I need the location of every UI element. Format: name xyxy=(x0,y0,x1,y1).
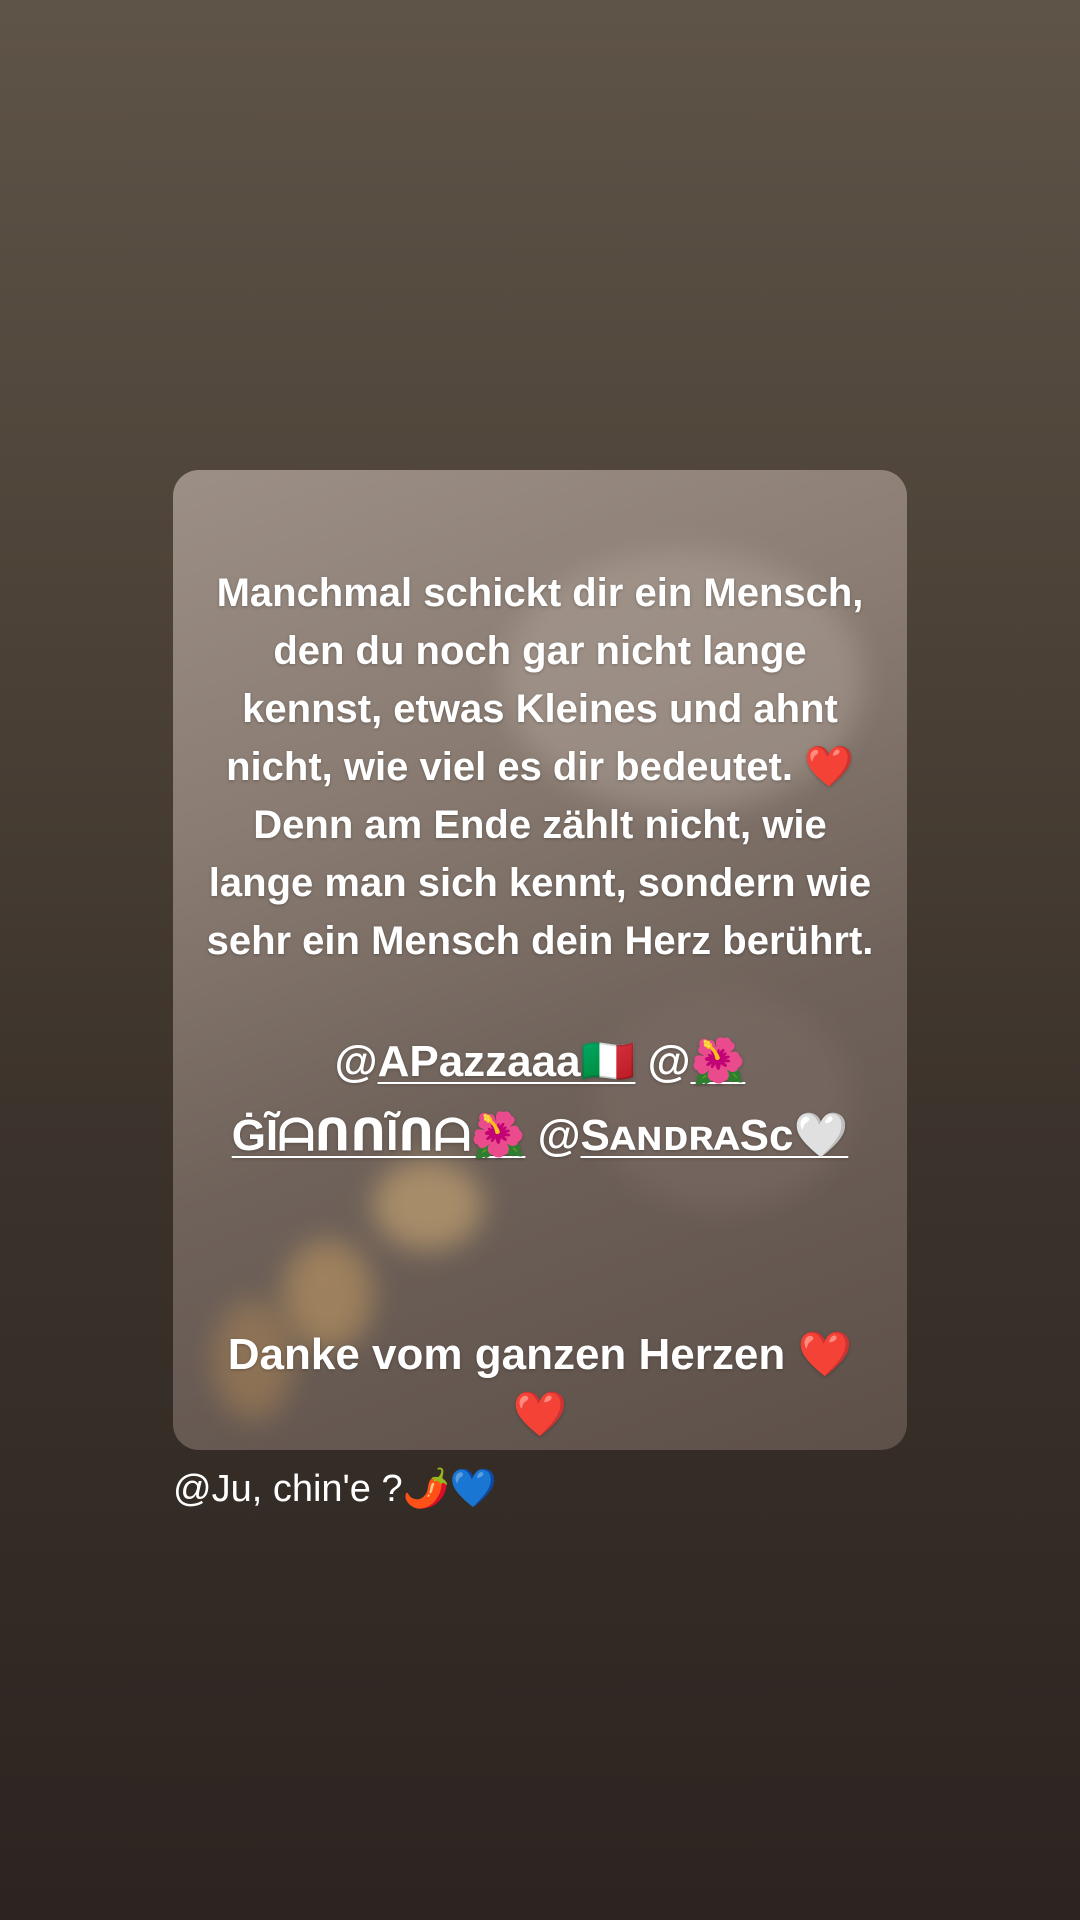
thanks-heart: ❤️ xyxy=(512,1390,568,1439)
mention-giannina[interactable]: 🌺 xyxy=(691,1037,746,1086)
mention-apazzaaa[interactable]: APazzaaa🇮🇹 xyxy=(378,1037,636,1086)
mention-row: @APazzaaa🇮🇹 @🌺 xyxy=(0,1025,1080,1099)
user-caption[interactable]: @Ju, chin'e ?🌶️💙 xyxy=(173,1464,497,1514)
mention-at: @ xyxy=(537,1111,581,1160)
quote-line: Manchmal schickt dir ein Mensch, xyxy=(216,571,864,615)
quote-line: sehr ein Mensch dein Herz berührt. xyxy=(206,919,874,963)
quote-line: nicht, wie viel es dir bedeutet. ❤️ xyxy=(226,745,854,789)
quote-line: Denn am Ende zählt nicht, wie xyxy=(253,803,827,847)
thanks-line: Danke vom ganzen Herzen ❤️ xyxy=(227,1330,853,1379)
background-bokeh-light xyxy=(373,1160,483,1250)
story-card: Manchmal schickt dir ein Mensch, den du … xyxy=(173,470,907,1450)
mention-giannina[interactable]: ĠĨᗩᑎᑎĨᑎᗩ🌺 xyxy=(232,1111,526,1160)
quote-line: lange man sich kennt, sondern wie xyxy=(208,861,872,905)
mention-row: ĠĨᗩᑎᑎĨᑎᗩ🌺 @SᴀɴᴅʀᴀSᴄ🤍 xyxy=(0,1099,1080,1173)
story-quote: Manchmal schickt dir ein Mensch, den du … xyxy=(173,564,907,970)
thanks-text: Danke vom ganzen Herzen ❤️ ❤️ xyxy=(173,1325,907,1445)
mention-at: @ xyxy=(647,1037,691,1086)
mention-tags: @APazzaaa🇮🇹 @🌺 ĠĨᗩᑎᑎĨᑎᗩ🌺 @SᴀɴᴅʀᴀSᴄ🤍 xyxy=(0,1025,1080,1173)
quote-line: den du noch gar nicht lange xyxy=(273,629,807,673)
mention-at: @ xyxy=(334,1037,378,1086)
mention-sandrasc[interactable]: SᴀɴᴅʀᴀSᴄ🤍 xyxy=(581,1111,849,1160)
quote-line: kennst, etwas Kleines und ahnt xyxy=(242,687,838,731)
